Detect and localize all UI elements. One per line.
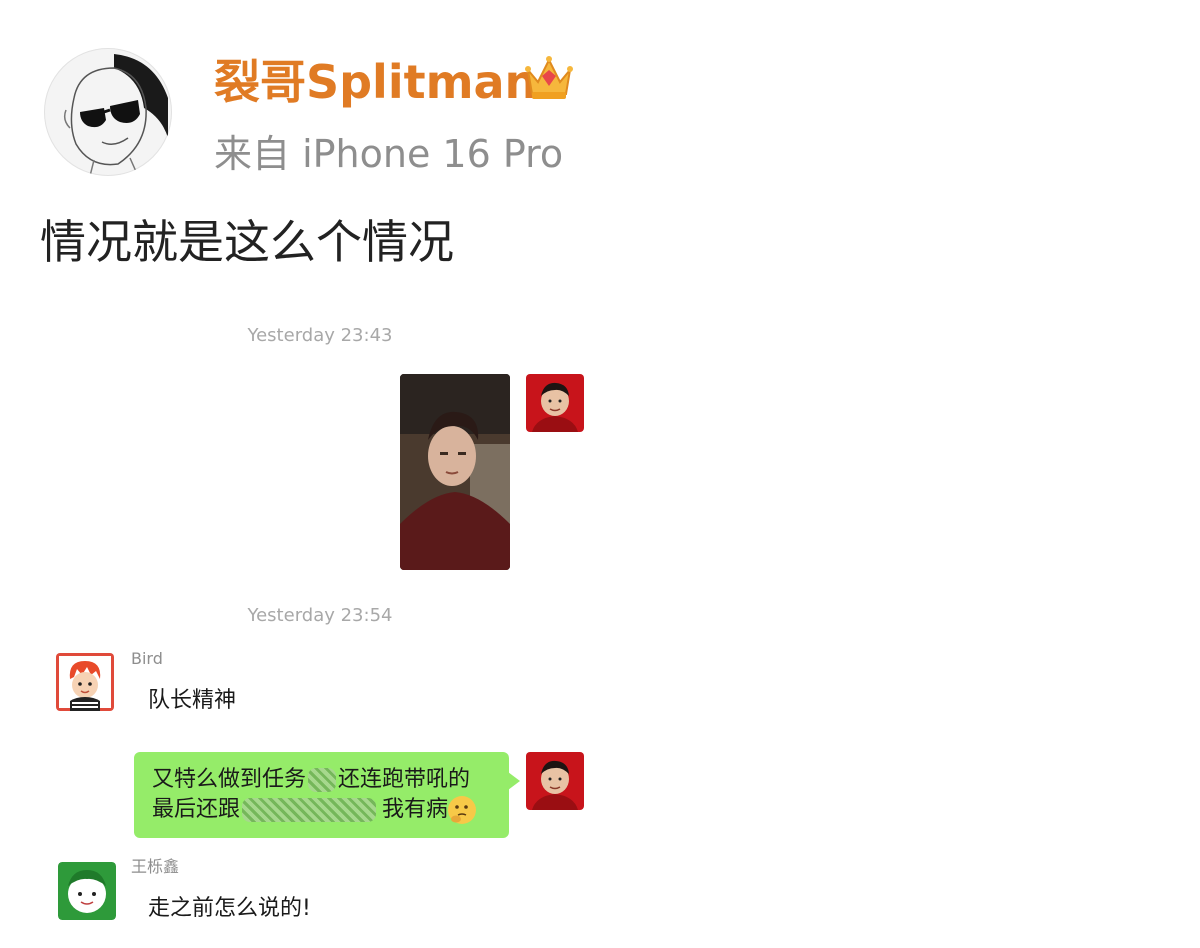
video-message[interactable] <box>400 374 510 570</box>
wang-avatar[interactable] <box>58 862 116 920</box>
post-text: 情况就是这么个情况 <box>40 215 454 269</box>
author-name[interactable]: 裂哥Splitman <box>214 50 537 114</box>
my-avatar[interactable] <box>526 374 584 432</box>
message-text[interactable]: 队长精神 <box>148 686 236 716</box>
thinking-face-icon <box>448 796 477 824</box>
sender-name: Bird <box>131 649 163 668</box>
sender-name: 王栎鑫 <box>131 857 180 876</box>
my-avatar[interactable] <box>526 752 584 810</box>
message-line: 又特么做到任务 还连跑带吼的 <box>152 767 471 792</box>
redacted-blur <box>242 798 377 822</box>
author-avatar[interactable] <box>44 48 172 176</box>
message-text[interactable]: 走之前怎么说的! <box>148 894 311 924</box>
crown-icon <box>522 52 576 104</box>
message-line: 最后还跟 我有病 <box>152 795 477 825</box>
redacted-blur <box>308 768 337 792</box>
chat-timestamp: Yesterday 23:54 <box>247 605 393 626</box>
chat-timestamp: Yesterday 23:43 <box>247 325 393 346</box>
post-source: 来自 iPhone 16 Pro <box>214 132 564 176</box>
bird-avatar[interactable] <box>56 653 114 711</box>
my-message-bubble[interactable]: 又特么做到任务 还连跑带吼的 最后还跟 我有病 <box>134 752 520 838</box>
